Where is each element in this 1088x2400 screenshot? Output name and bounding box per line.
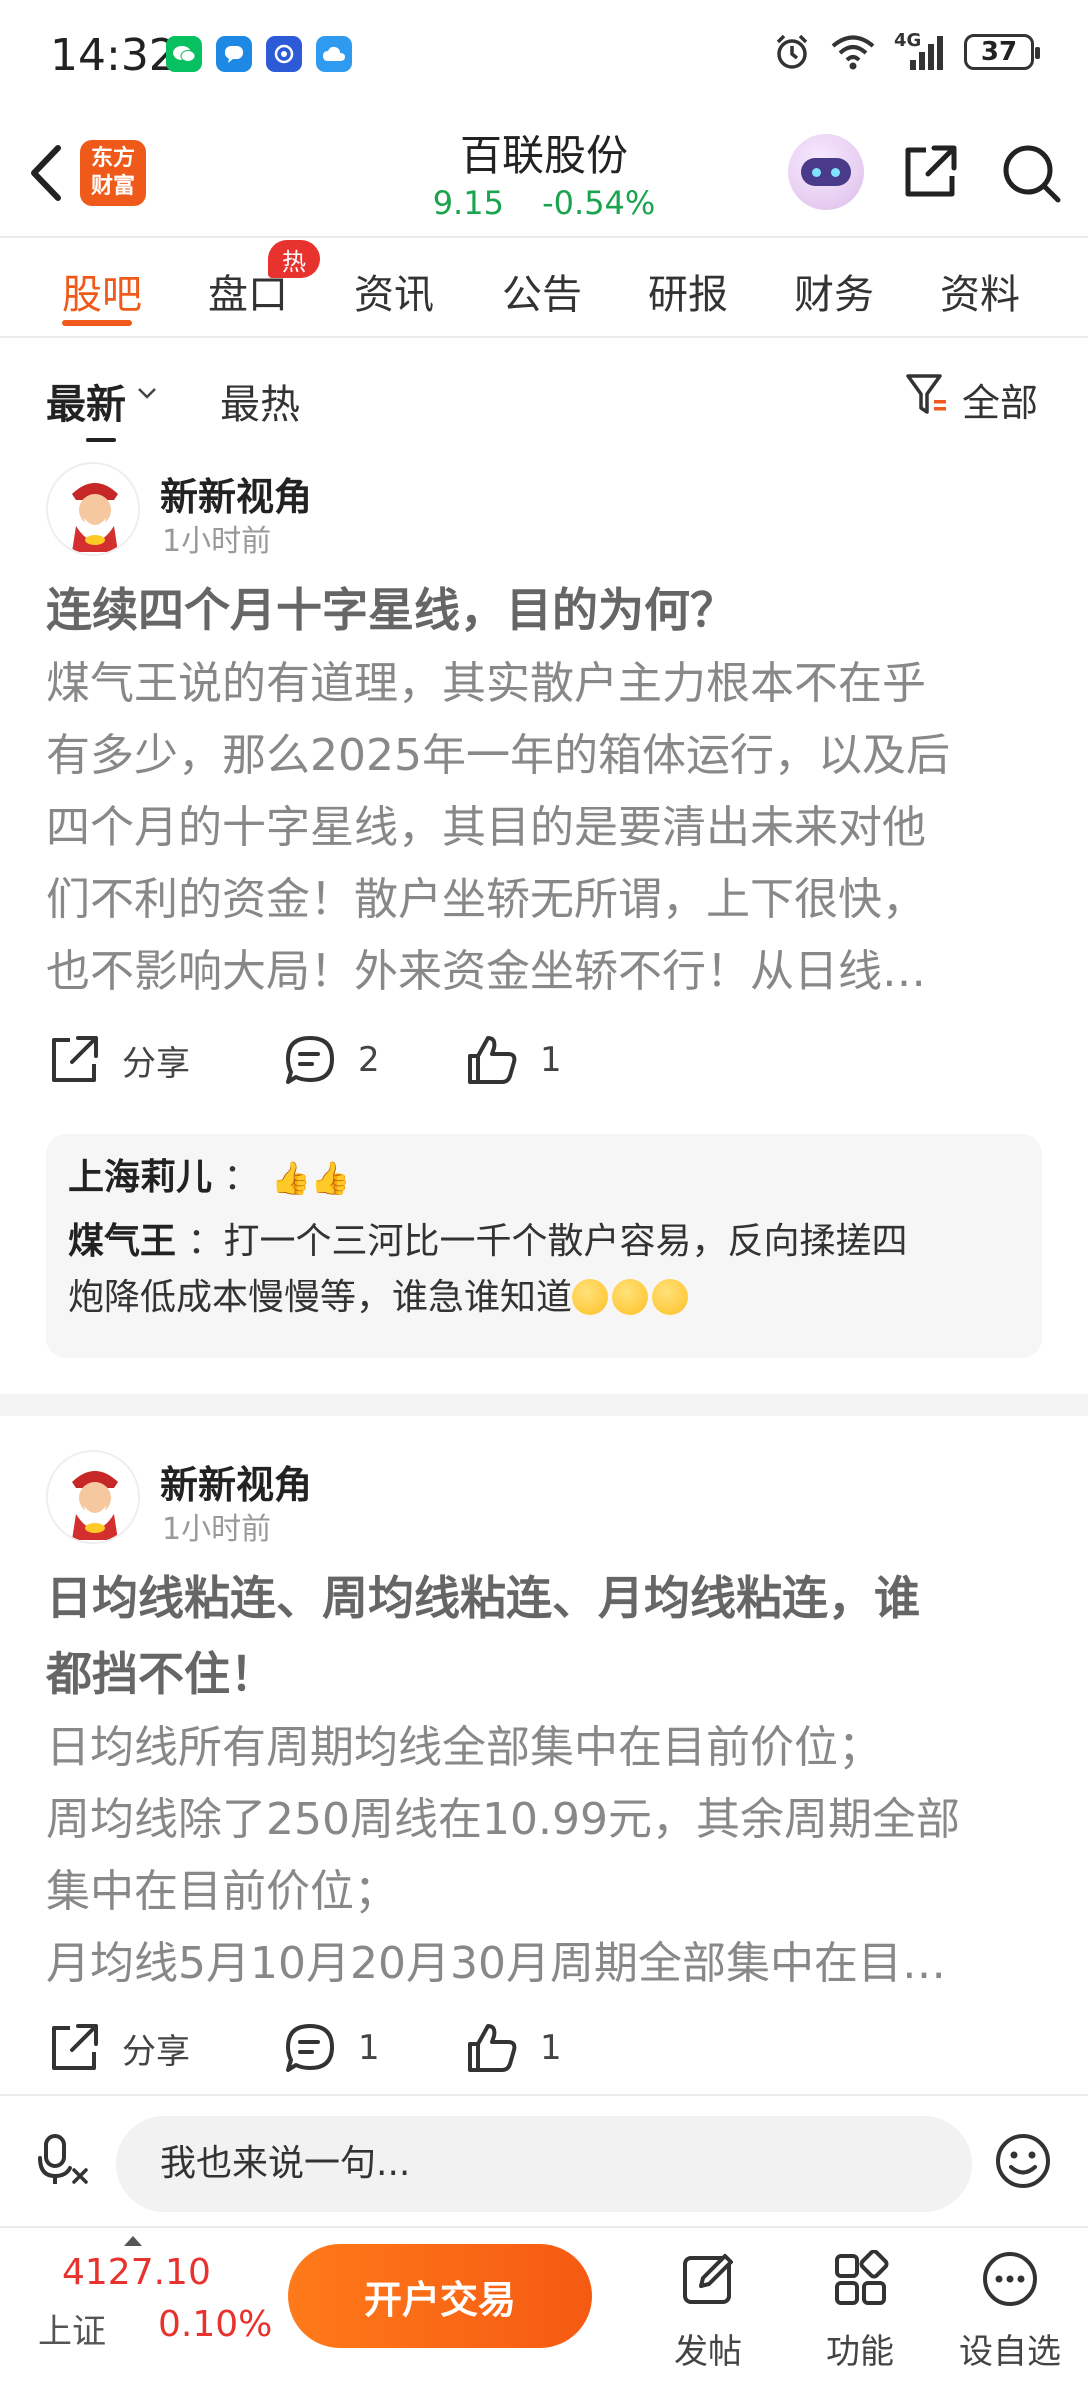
comment-icon xyxy=(286,2024,334,2072)
back-arrow-icon[interactable] xyxy=(22,140,68,206)
index-name[interactable]: 上证 xyxy=(38,2304,106,2353)
post-separator xyxy=(0,1394,1088,1416)
post-actions: 分享 1 1 xyxy=(0,2020,1088,2090)
tab-news[interactable]: 资讯 xyxy=(354,262,434,320)
share-icon xyxy=(52,1036,98,1082)
post-actions: 分享 2 1 xyxy=(0,1032,1088,1102)
reply-text-cont: 炮降低成本慢慢等，谁急谁知道 xyxy=(68,1270,692,1326)
emoji-icon[interactable] xyxy=(994,2132,1052,2190)
stock-header: 东方 财富 百联股份 9.15 -0.54% xyxy=(0,110,1088,238)
thumbs-up-icon xyxy=(468,2024,517,2072)
tab-finance[interactable]: 财务 xyxy=(794,262,874,320)
share-icon[interactable] xyxy=(900,142,960,202)
shy-face-emoji-icon xyxy=(572,1279,609,1315)
chevron-down-icon[interactable] xyxy=(136,382,158,404)
stock-price: 9.15 xyxy=(432,184,504,222)
add-watchlist-button[interactable]: 设自选 xyxy=(950,2250,1070,2373)
edit-icon xyxy=(683,2254,733,2304)
post-title[interactable]: 连续四个月十字星线，目的为何？ xyxy=(46,572,1046,648)
sort-hot[interactable]: 最热 xyxy=(220,372,300,430)
post-time: 1小时前 xyxy=(162,524,272,559)
tab-guba[interactable]: 股吧 xyxy=(62,262,142,320)
post-time: 1小时前 xyxy=(162,1512,272,1547)
app-badge-icon xyxy=(266,36,302,72)
sort-filter-row: 最新 最热 全部 xyxy=(0,338,1088,442)
tab-research[interactable]: 研报 xyxy=(648,262,728,320)
tab-profile[interactable]: 资料 xyxy=(940,262,1020,320)
share-icon xyxy=(52,2024,98,2070)
reply-item: 上海莉儿 ： 👍👍 xyxy=(68,1150,351,1206)
sort-latest[interactable]: 最新 xyxy=(46,372,126,430)
search-icon[interactable] xyxy=(1000,142,1062,204)
comment-bar: 我也来说一句... xyxy=(0,2094,1088,2224)
post-author[interactable]: 新新视角 xyxy=(160,466,312,521)
reply-text: 打一个三河比一千个散户容易，反向揉搓四 xyxy=(223,1221,908,1262)
shy-face-emoji-icon xyxy=(652,1279,689,1315)
bottom-nav: 4127.10 上证 0.10% 开户交易 发帖 功能 设自选 xyxy=(0,2226,1088,2400)
tab-announcements[interactable]: 公告 xyxy=(502,262,582,320)
status-app-icons xyxy=(166,36,352,72)
caret-up-icon[interactable] xyxy=(124,2236,142,2246)
reply-author[interactable]: 煤气王 xyxy=(68,1221,176,1262)
comment-button[interactable]: 2 xyxy=(282,1032,380,1088)
more-icon xyxy=(983,2252,1037,2306)
stock-change-pct: -0.54% xyxy=(542,184,656,222)
thumbs-up-icon xyxy=(468,1036,517,1084)
post-title[interactable]: 日均线粘连、周均线粘连、月均线粘连，谁 都挡不住！ xyxy=(46,1560,1046,1712)
functions-button[interactable]: 功能 xyxy=(800,2249,920,2373)
stock-quote: 9.15 -0.54% xyxy=(344,184,744,222)
index-change-pct[interactable]: 0.10% xyxy=(158,2304,272,2345)
battery-icon: 37 xyxy=(964,34,1040,70)
post-body[interactable]: 煤气王说的有道理，其实散户主力根本不在乎 有多少，那么2025年一年的箱体运行，… xyxy=(46,648,1056,1008)
share-button[interactable]: 分享 xyxy=(46,2020,190,2076)
hot-badge: 热 xyxy=(268,240,320,278)
ai-assistant-icon[interactable] xyxy=(788,134,864,210)
post-author[interactable]: 新新视角 xyxy=(160,1454,312,1509)
reply-preview[interactable]: 上海莉儿 ： 👍👍 煤气王 ：打一个三河比一千个散户容易，反向揉搓四 炮降低成本… xyxy=(46,1134,1042,1358)
wechat-icon xyxy=(166,36,202,72)
index-value[interactable]: 4127.10 xyxy=(62,2252,211,2293)
cloud-icon xyxy=(316,36,352,72)
status-bar: 14:32 4G 37 xyxy=(0,0,1088,110)
share-button[interactable]: 分享 xyxy=(46,1032,190,1088)
status-indicators: 4G 37 xyxy=(772,30,1040,72)
open-account-button[interactable]: 开户交易 xyxy=(288,2244,592,2348)
tab-bar: 股吧 盘口 热 资讯 公告 研报 财务 资料 xyxy=(0,240,1088,336)
post-card[interactable]: 新新视角 1小时前 日均线粘连、周均线粘连、月均线粘连，谁 都挡不住！ 日均线所… xyxy=(0,1450,1088,2090)
grid-icon xyxy=(835,2249,889,2305)
thumbs-up-emoji-icon: 👍👍 xyxy=(270,1159,351,1197)
post-body[interactable]: 日均线所有周期均线全部集中在目前价位； 周均线除了250周线在10.99元，其余… xyxy=(46,1712,1056,2000)
header-divider xyxy=(0,236,1088,238)
message-icon xyxy=(216,36,252,72)
eastmoney-logo[interactable]: 东方 财富 xyxy=(80,140,146,206)
active-tab-indicator xyxy=(62,320,132,326)
filter-all[interactable]: 全部 xyxy=(962,372,1038,427)
cellular-signal-icon: 4G xyxy=(894,30,946,72)
sort-active-indicator xyxy=(86,438,116,442)
filter-icon[interactable] xyxy=(904,372,950,418)
reply-item: 煤气王 ：打一个三河比一千个散户容易，反向揉搓四 xyxy=(68,1221,908,1262)
comment-button[interactable]: 1 xyxy=(282,2020,380,2076)
alarm-icon xyxy=(776,34,808,69)
status-time: 14:32 xyxy=(50,30,177,81)
shy-face-emoji-icon xyxy=(612,1279,649,1315)
like-button[interactable]: 1 xyxy=(464,1032,562,1088)
avatar[interactable] xyxy=(46,1450,140,1544)
stock-name[interactable]: 百联股份 xyxy=(344,122,744,183)
like-button[interactable]: 1 xyxy=(464,2020,562,2076)
avatar[interactable] xyxy=(46,462,140,556)
comment-icon xyxy=(286,1036,334,1084)
post-button[interactable]: 发帖 xyxy=(648,2250,768,2373)
comment-input[interactable]: 我也来说一句... xyxy=(116,2116,972,2212)
reply-author[interactable]: 上海莉儿 xyxy=(68,1157,212,1198)
wifi-icon xyxy=(831,35,875,70)
voice-input-icon[interactable] xyxy=(36,2132,92,2188)
